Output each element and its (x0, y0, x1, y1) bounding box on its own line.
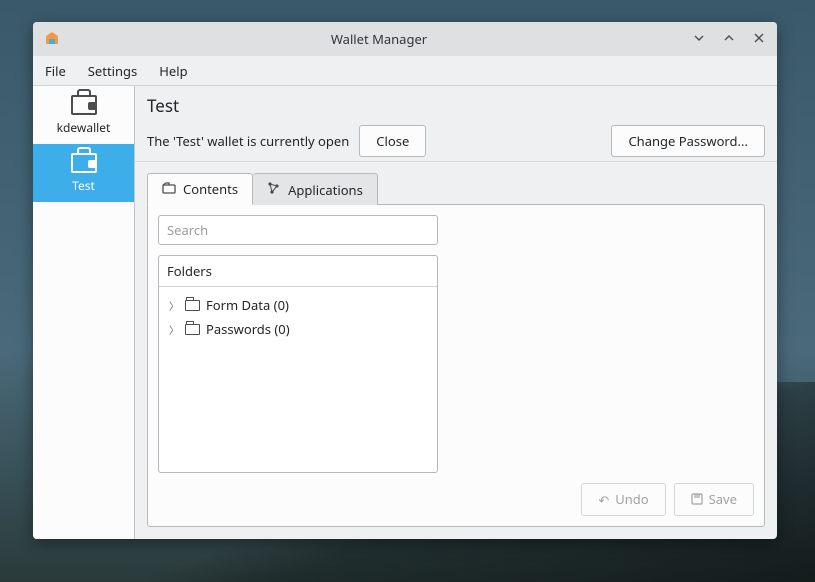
maximize-button[interactable] (721, 30, 737, 48)
contents-panel: Folders 〉 Form Data (0) 〉 Passwords (0) (147, 204, 765, 527)
folder-item-form-data[interactable]: 〉 Form Data (0) (163, 293, 433, 317)
chevron-right-icon[interactable]: 〉 (169, 298, 179, 313)
applications-icon (267, 181, 281, 199)
window-controls (691, 30, 767, 48)
body: kdewallet Test Test The 'Test' wallet is… (33, 86, 777, 539)
menubar: File Settings Help (33, 56, 777, 86)
window-title: Wallet Manager (67, 30, 691, 48)
folder-icon (185, 300, 200, 311)
app-icon (43, 30, 61, 48)
search-input[interactable] (158, 215, 438, 245)
undo-label: Undo (615, 490, 648, 508)
undo-button[interactable]: ↶ Undo (581, 483, 665, 516)
menu-settings[interactable]: Settings (88, 62, 137, 80)
sidebar-item-label: Test (72, 177, 95, 194)
sidebar-item-label: kdewallet (57, 119, 111, 136)
folder-label: Form Data (0) (206, 296, 289, 314)
menu-help[interactable]: Help (159, 62, 187, 80)
sidebar-item-test[interactable]: Test (33, 144, 134, 202)
tab-label: Applications (288, 181, 363, 199)
chevron-right-icon[interactable]: 〉 (169, 322, 179, 337)
undo-icon: ↶ (598, 491, 609, 509)
change-password-button[interactable]: Change Password... (611, 125, 765, 157)
tab-strip: Contents Applications (135, 162, 777, 204)
folders-body: 〉 Form Data (0) 〉 Passwords (0) (159, 287, 437, 472)
wallet-status: The 'Test' wallet is currently open (147, 132, 349, 150)
wallet-header: Test The 'Test' wallet is currently open… (135, 86, 777, 162)
wallet-name: Test (147, 94, 765, 117)
close-wallet-button[interactable]: Close (359, 125, 426, 157)
menu-file[interactable]: File (45, 62, 66, 80)
window: Wallet Manager File Settings Help kdewal… (33, 22, 777, 539)
wallet-contents-icon (162, 180, 176, 198)
save-button[interactable]: Save (674, 483, 754, 516)
folders-tree: Folders 〉 Form Data (0) 〉 Passwords (0) (158, 255, 438, 473)
tab-label: Contents (183, 180, 238, 198)
titlebar[interactable]: Wallet Manager (33, 22, 777, 56)
close-button[interactable] (751, 30, 767, 48)
folder-label: Passwords (0) (206, 320, 290, 338)
folders-header: Folders (159, 256, 437, 287)
tab-applications[interactable]: Applications (253, 173, 378, 205)
tab-contents[interactable]: Contents (147, 173, 253, 205)
bottom-actions: ↶ Undo Save (158, 483, 754, 516)
wallet-icon (71, 95, 97, 115)
save-icon (691, 491, 703, 509)
folder-icon (185, 324, 200, 335)
wallet-icon (71, 153, 97, 173)
save-label: Save (709, 490, 737, 508)
folder-item-passwords[interactable]: 〉 Passwords (0) (163, 317, 433, 341)
sidebar-item-kdewallet[interactable]: kdewallet (33, 86, 134, 144)
sidebar: kdewallet Test (33, 86, 135, 539)
minimize-button[interactable] (691, 30, 707, 48)
main-panel: Test The 'Test' wallet is currently open… (135, 86, 777, 539)
